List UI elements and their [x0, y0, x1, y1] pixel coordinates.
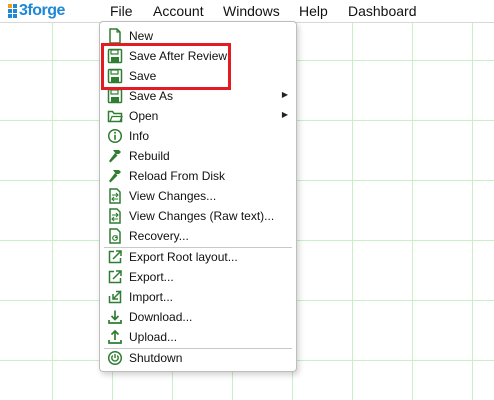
- export-icon: [107, 269, 123, 285]
- export-icon: [107, 249, 123, 265]
- hammer-icon: [107, 148, 123, 164]
- menu-item-export[interactable]: Export...: [102, 267, 294, 287]
- save-icon: [107, 88, 123, 104]
- menu-item-reload-from-disk[interactable]: Reload From Disk: [102, 166, 294, 186]
- menu-item-label: Download...: [129, 310, 193, 324]
- menu-item-label: Upload...: [129, 330, 178, 344]
- menu-item-label: Export...: [129, 270, 174, 284]
- menu-item-export-root-layout[interactable]: Export Root layout...: [102, 247, 294, 267]
- hammer-icon: [107, 168, 123, 184]
- power-icon: [107, 350, 123, 366]
- import-icon: [107, 289, 123, 305]
- menu-item-rebuild[interactable]: Rebuild: [102, 146, 294, 166]
- menu-item-download[interactable]: Download...: [102, 307, 294, 327]
- submenu-arrow-icon: ▶: [281, 90, 288, 99]
- logo-mark-icon: [8, 4, 17, 18]
- menu-item-info[interactable]: Info: [102, 126, 294, 146]
- menu-item-label: New: [129, 29, 154, 43]
- recovery-icon: [107, 228, 123, 244]
- logo[interactable]: 3forge: [8, 2, 65, 20]
- folder-icon: [107, 108, 123, 124]
- menu-item-open[interactable]: Open ▶: [102, 106, 294, 126]
- highlight-annotation-box: [101, 43, 231, 90]
- menu-item-shutdown[interactable]: Shutdown: [102, 348, 294, 368]
- menu-item-label: Open: [129, 109, 159, 123]
- menu-item-label: Recovery...: [129, 229, 189, 243]
- menu-item-label: Reload From Disk: [129, 169, 226, 183]
- menu-item-label: Rebuild: [129, 149, 170, 163]
- upload-icon: [107, 329, 123, 345]
- menu-item-label: Export Root layout...: [129, 250, 238, 264]
- compare-icon: [107, 208, 123, 224]
- submenu-arrow-icon: ▶: [281, 110, 288, 119]
- menu-bar: 3forge File Account Windows Help Dashboa…: [0, 0, 494, 23]
- info-icon: [107, 128, 123, 144]
- new-file-icon: [107, 28, 123, 44]
- menu-item-label: Import...: [129, 290, 174, 304]
- menu-item-import[interactable]: Import...: [102, 287, 294, 307]
- menu-windows[interactable]: Windows: [223, 3, 280, 19]
- menu-account[interactable]: Account: [153, 3, 204, 19]
- menu-item-label: Shutdown: [129, 351, 183, 365]
- menu-item-view-changes-raw[interactable]: View Changes (Raw text)...: [102, 206, 294, 226]
- menu-item-label: Save As: [129, 89, 174, 103]
- menu-item-label: View Changes (Raw text)...: [129, 209, 275, 223]
- compare-icon: [107, 188, 123, 204]
- menu-help[interactable]: Help: [299, 3, 328, 19]
- menu-item-upload[interactable]: Upload...: [102, 327, 294, 347]
- logo-text: 3forge: [19, 2, 65, 19]
- menu-file[interactable]: File: [110, 3, 133, 19]
- menu-item-label: View Changes...: [129, 189, 217, 203]
- menu-item-view-changes[interactable]: View Changes...: [102, 186, 294, 206]
- menu-item-label: Info: [129, 129, 150, 143]
- menu-item-recovery[interactable]: Recovery...: [102, 226, 294, 246]
- menu-dashboard[interactable]: Dashboard: [348, 3, 417, 19]
- download-icon: [107, 309, 123, 325]
